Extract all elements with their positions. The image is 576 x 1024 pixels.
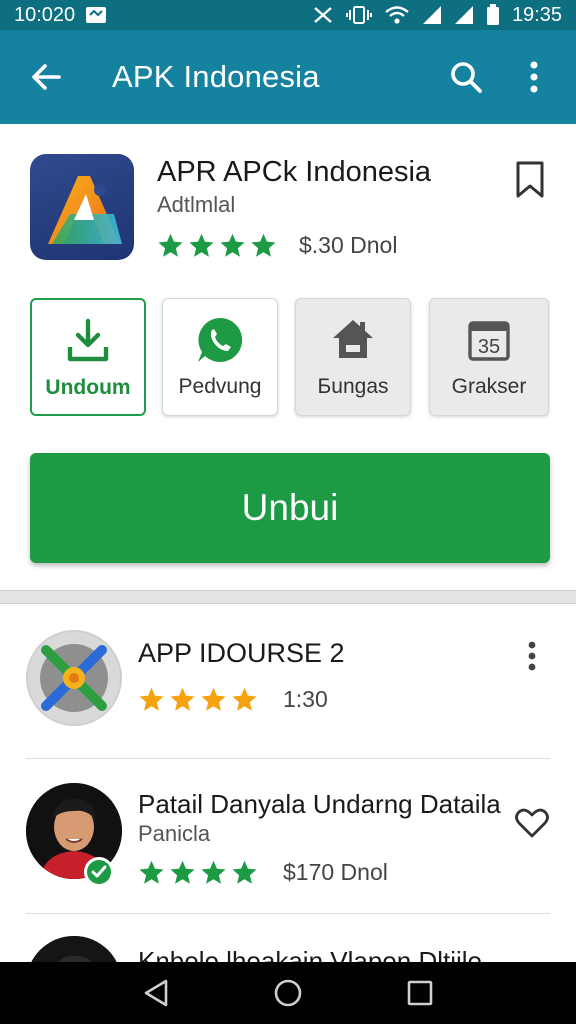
nav-home-button[interactable]	[264, 969, 312, 1017]
list-item-more-button[interactable]	[510, 634, 554, 678]
home-icon	[333, 320, 373, 358]
app-list: APP IDOURSE 2 1:30 Patail Danyala Undarn…	[0, 604, 576, 962]
row-divider	[26, 913, 550, 914]
star-icon	[139, 860, 164, 884]
list-item-meta: 1:30	[283, 686, 328, 712]
bookmark-icon	[516, 161, 544, 198]
app-price: $.30 Dnol	[299, 232, 398, 258]
app-bar: APK Indonesia	[0, 30, 576, 124]
whatsapp-icon	[198, 317, 243, 362]
action-tiles: Undoum Pedvung Бungas 35 Grakser	[30, 298, 550, 416]
tile-whatsapp[interactable]: Pedvung	[162, 298, 278, 416]
tile-home[interactable]: Бungas	[295, 298, 411, 416]
list-item-title: Knbolo lhoakain Vlapon Dltiilo	[138, 946, 483, 962]
star-icon	[139, 687, 164, 711]
list-item-title: APP IDOURSE 2	[138, 638, 345, 668]
star-icon	[201, 687, 226, 711]
list-item[interactable]: Patail Danyala Undarng Dataila Panicla $…	[0, 759, 576, 915]
more-vert-icon	[528, 641, 536, 671]
status-bar: 10:020 19:35	[0, 0, 576, 30]
calendar-icon: 35	[468, 321, 510, 361]
favorite-button[interactable]	[510, 801, 554, 845]
signal-icon-2	[454, 5, 474, 25]
nav-recents-icon	[407, 980, 433, 1006]
notification-icon	[85, 6, 107, 24]
download-icon	[67, 318, 109, 362]
app-developer: Adtlmlal	[157, 192, 236, 217]
list-item-price: $170 Dnol	[283, 859, 388, 885]
app-name: APR APCk Indonesia	[157, 156, 432, 188]
star-icon	[170, 860, 195, 884]
star-icon	[251, 233, 276, 257]
tile-label: Pedvung	[178, 375, 262, 398]
star-icon	[158, 233, 183, 257]
back-arrow-icon	[32, 64, 61, 90]
signal-icon	[422, 5, 442, 25]
page-title: APK Indonesia	[112, 59, 320, 94]
status-time-left: 10:020	[14, 3, 76, 26]
more-options-button[interactable]	[510, 53, 558, 101]
list-item[interactable]: Knbolo lhoakain Vlapon Dltiilo	[0, 916, 576, 962]
nav-back-icon	[144, 979, 168, 1007]
nav-home-icon	[274, 979, 302, 1007]
search-button[interactable]	[442, 53, 490, 101]
list-item-subtitle: Panicla	[138, 821, 211, 846]
vibrate-icon	[345, 5, 372, 25]
heart-icon	[515, 808, 549, 838]
list-item-rating: $170 Dnol	[138, 859, 388, 886]
no-signal-icon	[312, 5, 334, 25]
star-icon	[220, 233, 245, 257]
app-list-icon	[26, 630, 122, 726]
app-rating: $.30 Dnol	[157, 232, 397, 259]
nav-back-button[interactable]	[132, 969, 180, 1017]
more-vert-icon	[530, 61, 538, 93]
list-item-rating: 1:30	[138, 686, 328, 713]
back-button[interactable]	[18, 49, 74, 105]
star-icon	[232, 687, 257, 711]
svg-text:35: 35	[478, 336, 500, 358]
avatar	[26, 936, 122, 962]
nav-recents-button[interactable]	[396, 969, 444, 1017]
star-icon	[170, 687, 195, 711]
search-icon	[451, 62, 482, 93]
install-button[interactable]: Unbui	[30, 453, 550, 563]
list-item-title: Patail Danyala Undarng Dataila	[138, 789, 501, 819]
tile-download[interactable]: Undoum	[30, 298, 146, 416]
app-detail-header: APR APCk Indonesia Adtlmlal $.30 Dnol Un…	[0, 124, 576, 590]
app-logo-icon	[30, 154, 134, 260]
list-item[interactable]: APP IDOURSE 2 1:30	[0, 604, 576, 759]
tile-label: Undoum	[45, 376, 131, 399]
tile-calendar[interactable]: 35 Grakser	[429, 298, 549, 416]
tile-label: Бungas	[317, 375, 389, 398]
battery-icon	[486, 4, 500, 26]
bookmark-button[interactable]	[510, 160, 550, 200]
section-divider	[0, 590, 576, 604]
star-icon	[232, 860, 257, 884]
tile-label: Grakser	[451, 375, 527, 398]
system-nav-bar	[0, 962, 576, 1024]
star-icon	[189, 233, 214, 257]
verified-badge-icon	[84, 857, 114, 887]
status-time-right: 19:35	[511, 3, 562, 26]
star-icon	[201, 860, 226, 884]
wifi-icon	[384, 5, 410, 25]
